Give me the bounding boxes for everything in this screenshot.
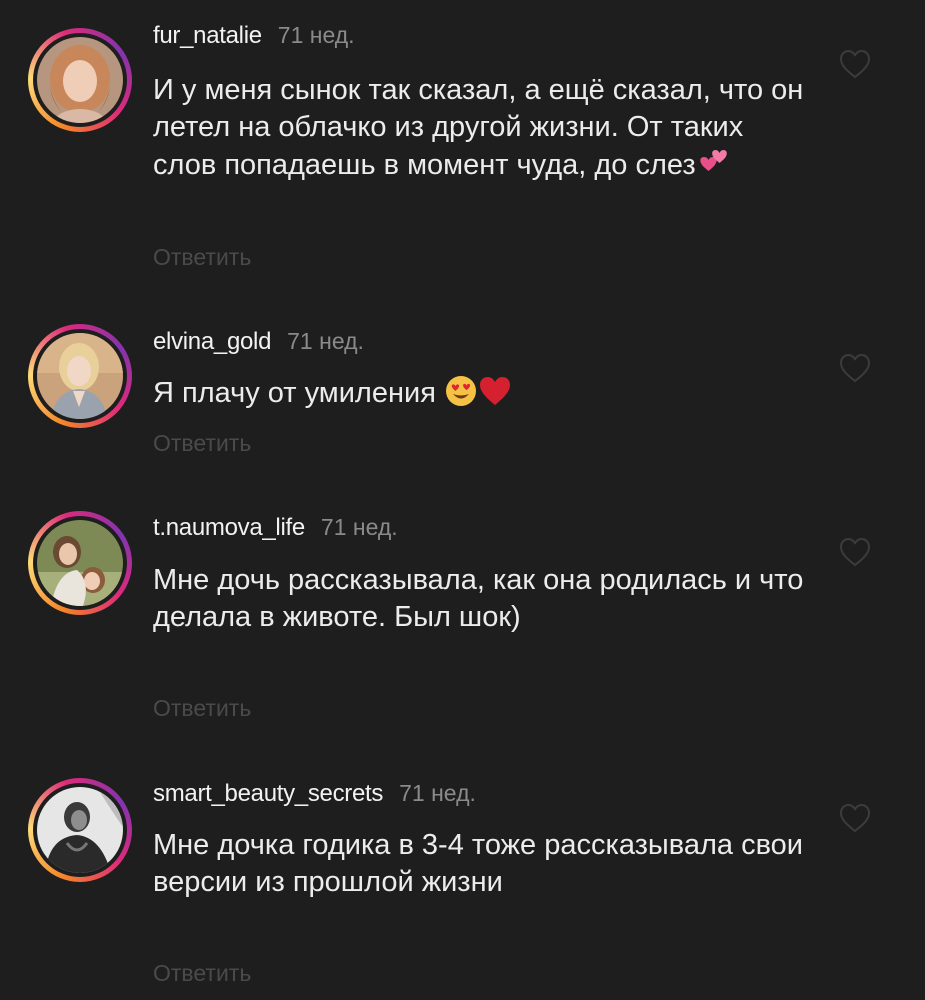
avatar-story-ring[interactable] bbox=[28, 778, 132, 882]
heart-outline-icon[interactable] bbox=[838, 802, 872, 834]
username[interactable]: smart_beauty_secrets bbox=[153, 780, 383, 808]
comment-meta: t.naumova_life 71 нед. bbox=[153, 514, 398, 542]
avatar-story-ring[interactable] bbox=[28, 28, 132, 132]
comment-text: И у меня сынок так сказал, а ещё сказал,… bbox=[153, 72, 813, 184]
reply-button[interactable]: Ответить bbox=[153, 244, 251, 271]
avatar bbox=[37, 787, 123, 873]
reply-button[interactable]: Ответить bbox=[153, 960, 251, 987]
heart-outline-icon[interactable] bbox=[838, 48, 872, 80]
comment-text-body: Я плачу от умиления bbox=[153, 377, 444, 409]
avatar bbox=[37, 37, 123, 123]
heart-eyes-face-icon bbox=[445, 376, 476, 406]
comment-time: 71 нед. bbox=[277, 22, 355, 48]
avatar bbox=[37, 333, 123, 419]
comment-text: Я плачу от умиления bbox=[153, 374, 813, 412]
avatar bbox=[37, 520, 123, 606]
comment-time: 71 нед. bbox=[287, 328, 364, 354]
comment-text: Мне дочь рассказывала, как она родилась … bbox=[153, 562, 813, 636]
comment-meta: smart_beauty_secrets 71 нед. bbox=[153, 780, 476, 808]
comment-meta: elvina_gold 71 нед. bbox=[153, 328, 364, 356]
two-hearts-icon bbox=[700, 150, 727, 171]
red-heart-icon bbox=[479, 377, 510, 405]
avatar-story-ring[interactable] bbox=[28, 324, 132, 428]
avatar-story-ring[interactable] bbox=[28, 511, 132, 615]
comment-time: 71 нед. bbox=[320, 514, 398, 540]
heart-outline-icon[interactable] bbox=[838, 536, 872, 568]
reply-button[interactable]: Ответить bbox=[153, 430, 251, 457]
reply-button[interactable]: Ответить bbox=[153, 695, 251, 722]
username[interactable]: fur_natalie bbox=[153, 22, 262, 50]
comment-time: 71 нед. bbox=[399, 780, 476, 806]
username[interactable]: elvina_gold bbox=[153, 328, 271, 356]
comment-meta: fur_natalie 71 нед. bbox=[153, 22, 355, 50]
comment-text-body: Мне дочка годика в 3-4 тоже рассказывала… bbox=[153, 829, 803, 898]
comment-text-body: Мне дочь рассказывала, как она родилась … bbox=[153, 564, 804, 633]
heart-outline-icon[interactable] bbox=[838, 352, 872, 384]
username[interactable]: t.naumova_life bbox=[153, 514, 305, 542]
comment-text: Мне дочка годика в 3-4 тоже рассказывала… bbox=[153, 827, 813, 901]
